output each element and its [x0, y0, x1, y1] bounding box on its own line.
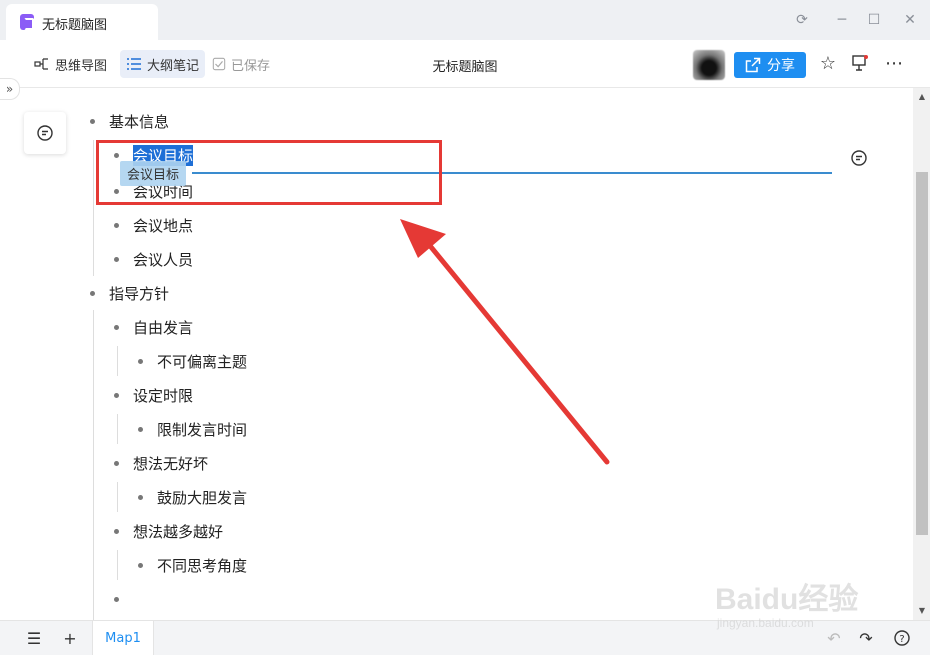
branch-line [117, 346, 118, 376]
bullet-icon[interactable] [90, 118, 95, 124]
undo-icon[interactable]: ↶ [824, 629, 844, 649]
outline-view-button[interactable]: 大纲笔记 [120, 50, 206, 78]
outline-item[interactable]: 想法无好坏 [114, 446, 208, 480]
outline-item[interactable]: 会议地点 [114, 208, 193, 242]
sync-icon[interactable]: ⟳ [794, 12, 810, 28]
bullet-icon[interactable] [114, 528, 119, 534]
outline-item[interactable]: 自由发言 [114, 310, 193, 344]
avatar[interactable] [693, 50, 725, 80]
bullet-icon[interactable] [90, 290, 95, 296]
scrollbar-thumb[interactable] [916, 172, 928, 535]
outline-item[interactable]: 会议人员 [114, 242, 193, 276]
share-label: 分享 [767, 58, 795, 74]
outline-item-text[interactable]: 设定时限 [133, 385, 193, 406]
outline-item-text[interactable]: 会议地点 [133, 215, 193, 236]
toolbar: 思维导图 大纲笔记 已保存 无标题脑图 分享 ☆ ⋯ [0, 40, 930, 88]
close-icon[interactable]: ✕ [902, 12, 918, 28]
outline-item[interactable]: 指导方针 [90, 276, 169, 310]
outline-item-text[interactable]: 自由发言 [133, 317, 193, 338]
outline-item[interactable]: 想法越多越好 [114, 514, 223, 548]
outline-item-text[interactable]: 想法越多越好 [133, 521, 223, 542]
mindmap-view-button[interactable]: 思维导图 [28, 50, 113, 78]
branch-line [93, 310, 94, 620]
bullet-icon[interactable] [138, 562, 143, 568]
mindmap-icon [34, 58, 48, 70]
outline-item[interactable]: 鼓励大胆发言 [138, 480, 247, 514]
svg-text:?: ? [899, 634, 904, 645]
bullet-icon[interactable] [138, 426, 143, 432]
star-icon[interactable]: ☆ [818, 54, 838, 74]
bullet-icon[interactable] [114, 596, 119, 602]
share-icon [745, 57, 761, 73]
add-sheet-icon[interactable]: + [60, 629, 80, 649]
branch-line [117, 414, 118, 444]
sheet-tab-map1[interactable]: Map1 [92, 621, 154, 655]
bottom-bar: ☰ + Map1 ↶ ↷ ? [0, 620, 930, 655]
outline-item-text[interactable]: 想法无好坏 [133, 453, 208, 474]
bullet-icon[interactable] [138, 494, 143, 500]
row-comment-icon[interactable] [850, 149, 868, 171]
branch-line [117, 482, 118, 512]
outline-item-empty[interactable] [114, 582, 133, 616]
scroll-up-icon[interactable]: ▲ [916, 92, 928, 102]
outline-item-text[interactable]: 基本信息 [109, 111, 169, 132]
mindmap-view-label: 思维导图 [55, 58, 108, 74]
bullet-icon[interactable] [138, 358, 143, 364]
outline-item[interactable]: 设定时限 [114, 378, 193, 412]
branch-line [93, 140, 94, 276]
save-status: 已保存 [206, 50, 276, 78]
annotation-highlight-box [96, 140, 442, 205]
bullet-icon[interactable] [114, 256, 119, 262]
check-box-icon [212, 57, 226, 71]
sheet-list-icon[interactable]: ☰ [24, 629, 44, 649]
save-status-label: 已保存 [231, 58, 271, 74]
outline-item-text[interactable]: 会议人员 [133, 249, 193, 270]
redo-icon[interactable]: ↷ [856, 629, 876, 649]
outline-item[interactable]: 基本信息 [90, 104, 169, 138]
outline-item[interactable]: 不同思考角度 [138, 548, 247, 582]
bullet-icon[interactable] [114, 222, 119, 228]
bullet-icon[interactable] [114, 324, 119, 330]
outline-item-text[interactable]: 鼓励大胆发言 [157, 487, 247, 508]
list-icon [127, 58, 141, 70]
app-logo-icon [20, 14, 34, 30]
present-icon[interactable] [850, 54, 870, 74]
minimize-icon[interactable]: ─ [834, 12, 850, 28]
tab-title: 无标题脑图 [42, 18, 108, 33]
scroll-down-icon[interactable]: ▼ [916, 606, 928, 616]
maximize-icon[interactable]: ☐ [866, 12, 882, 28]
title-bar: 无标题脑图 ⟳ ─ ☐ ✕ [0, 0, 930, 40]
more-icon[interactable]: ⋯ [884, 54, 904, 74]
outline-item[interactable]: 不可偏离主题 [138, 344, 247, 378]
outline-item-text[interactable]: 不同思考角度 [157, 555, 247, 576]
bullet-icon[interactable] [114, 392, 119, 398]
outline-item[interactable]: 限制发言时间 [138, 412, 247, 446]
help-icon[interactable]: ? [892, 629, 912, 649]
outline-item-text[interactable]: 指导方针 [109, 283, 169, 304]
share-button[interactable]: 分享 [734, 52, 806, 78]
branch-line [117, 550, 118, 580]
outline-item-text[interactable]: 不可偏离主题 [157, 351, 247, 372]
bullet-icon[interactable] [114, 460, 119, 466]
document-tab[interactable]: 无标题脑图 [6, 4, 158, 40]
outline-item-text[interactable]: 限制发言时间 [157, 419, 247, 440]
outline-view-label: 大纲笔记 [147, 58, 200, 74]
